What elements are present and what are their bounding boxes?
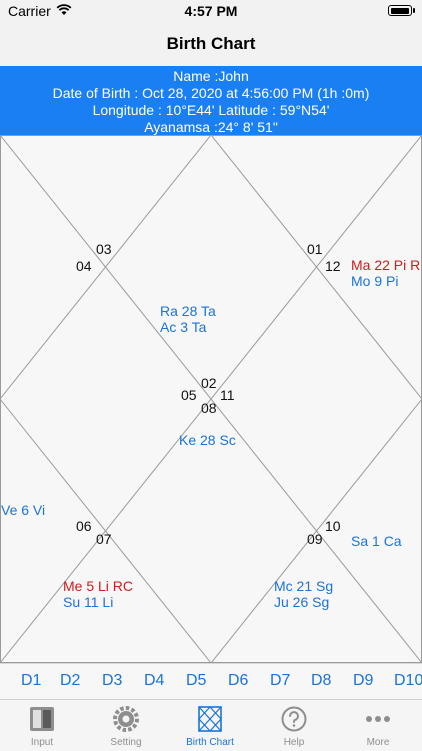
tab-d6[interactable]: D6 xyxy=(228,672,248,690)
ayanamsa-label: Ayanamsa :24° 8' 51" xyxy=(144,119,278,135)
navigation-bar: Birth Chart xyxy=(0,22,422,67)
tab-d2[interactable]: D2 xyxy=(60,672,80,690)
house-number-06: 06 xyxy=(76,518,92,534)
book-icon xyxy=(27,704,57,734)
birth-info-banner: Name :John Date of Birth : Oct 28, 2020 … xyxy=(0,66,422,135)
clock-label: 4:57 PM xyxy=(184,3,238,19)
house-number-01: 01 xyxy=(307,241,323,257)
house-number-10: 10 xyxy=(325,518,341,534)
planet-rahu: Ra 28 Ta xyxy=(160,303,216,319)
tab-input[interactable]: Input xyxy=(0,700,84,751)
planet-saturn: Sa 1 Ca xyxy=(351,533,402,549)
chart-grid-icon xyxy=(195,704,225,734)
dob-label: Date of Birth : Oct 28, 2020 at 4:56:00 … xyxy=(52,85,370,101)
house-number-11: 11 xyxy=(220,387,235,403)
ascendant: Ac 3 Ta xyxy=(160,319,207,335)
tab-d4[interactable]: D4 xyxy=(144,672,164,690)
tab-d9[interactable]: D9 xyxy=(353,672,373,690)
birth-chart: 03 04 01 12 02 05 11 08 06 07 10 09 Ma 2… xyxy=(0,135,422,663)
tab-bar: Input Setting Birth Chart Help More xyxy=(0,699,422,751)
gear-icon xyxy=(111,704,141,734)
house-number-07: 07 xyxy=(96,531,112,547)
planet-mercury: Me 5 Li RC xyxy=(63,578,134,594)
tab-input-label: Input xyxy=(30,737,54,748)
coords-label: Longitude : 10°E44' Latitude : 59°N54' xyxy=(92,102,330,118)
name-label: Name :John xyxy=(173,68,249,84)
more-icon xyxy=(363,704,393,734)
page-title: Birth Chart xyxy=(166,34,256,53)
battery-level xyxy=(390,7,409,14)
tab-d7[interactable]: D7 xyxy=(270,672,290,690)
tab-d3[interactable]: D3 xyxy=(102,672,122,690)
tab-help-label: Help xyxy=(283,737,305,748)
house-number-12: 12 xyxy=(325,258,341,274)
midheaven: Mc 21 Sg xyxy=(274,578,334,594)
tab-setting[interactable]: Setting xyxy=(84,700,168,751)
tab-birth-chart[interactable]: Birth Chart xyxy=(168,700,252,751)
planet-sun: Su 11 Li xyxy=(63,594,114,610)
house-number-04: 04 xyxy=(76,258,92,274)
house-number-02: 02 xyxy=(201,375,217,391)
tab-birth-chart-label: Birth Chart xyxy=(186,737,234,748)
tab-d10[interactable]: D10 xyxy=(394,672,422,690)
house-number-05: 05 xyxy=(181,387,197,403)
planet-ketu: Ke 28 Sc xyxy=(179,432,236,448)
planet-venus: Ve 6 Vi xyxy=(1,502,46,518)
tab-d1[interactable]: D1 xyxy=(21,672,41,690)
house-number-03: 03 xyxy=(96,241,112,257)
house-number-08: 08 xyxy=(201,400,217,416)
tab-setting-label: Setting xyxy=(110,737,142,748)
house-number-09: 09 xyxy=(307,531,323,547)
tab-more-label: More xyxy=(366,737,390,748)
battery-icon xyxy=(388,5,415,16)
planet-mars: Ma 22 Pi R xyxy=(351,257,421,273)
divisional-tabs: D1 D2 D3 D4 D5 D6 D7 D8 D9 D10 xyxy=(0,663,422,700)
planet-moon: Mo 9 Pi xyxy=(351,273,399,289)
status-bar: Carrier 4:57 PM xyxy=(0,0,422,22)
tab-help[interactable]: Help xyxy=(252,700,336,751)
planet-jupiter: Ju 26 Sg xyxy=(274,594,330,610)
tab-d8[interactable]: D8 xyxy=(311,672,331,690)
tab-more[interactable]: More xyxy=(336,700,420,751)
help-icon xyxy=(279,704,309,734)
tab-d5[interactable]: D5 xyxy=(186,672,206,690)
